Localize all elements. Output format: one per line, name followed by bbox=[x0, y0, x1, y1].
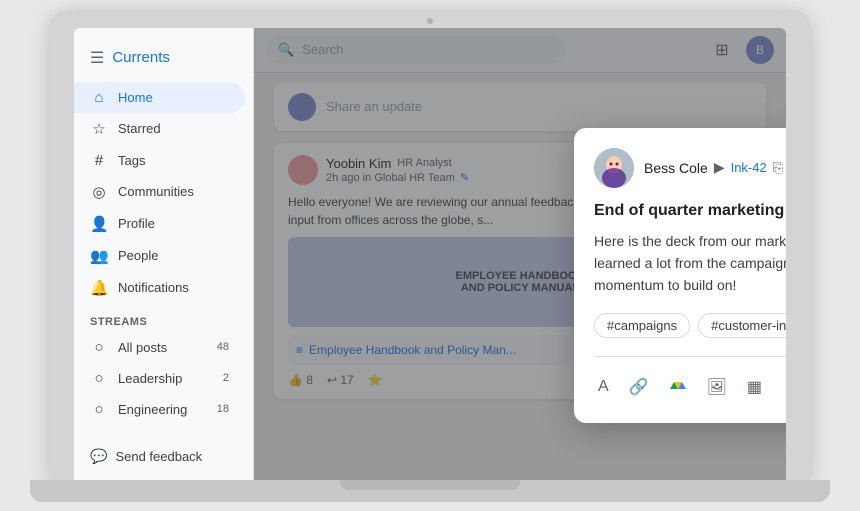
laptop-shell: ☰ Currents ⌂ Home ☆ Starred # Tags bbox=[50, 10, 810, 480]
link-icon[interactable]: 🔗 bbox=[625, 373, 653, 401]
sidebar-header: ☰ Currents bbox=[74, 40, 253, 82]
profile-icon: 👤 bbox=[90, 215, 108, 233]
home-icon: ⌂ bbox=[90, 89, 108, 106]
stream-label-allposts: All posts bbox=[118, 340, 167, 355]
sidebar-label-tags: Tags bbox=[118, 153, 145, 168]
sidebar-label-profile: Profile bbox=[118, 216, 155, 231]
sidebar-label-starred: Starred bbox=[118, 121, 161, 136]
streams-label: STREAMS bbox=[74, 304, 253, 332]
stream-label-leadership: Leadership bbox=[118, 371, 182, 386]
modal-team: Ink-42 bbox=[731, 160, 767, 175]
laptop-screen: ☰ Currents ⌂ Home ☆ Starred # Tags bbox=[74, 28, 786, 480]
star-icon: ☆ bbox=[90, 120, 108, 138]
modal-user-info: Bess Cole ▶ Ink-42 ⎘ bbox=[594, 148, 783, 188]
circle-icon2: ○ bbox=[90, 370, 108, 387]
sidebar-item-engineering[interactable]: ○ Engineering 18 bbox=[74, 394, 245, 425]
modal-card: Bess Cole ▶ Ink-42 ⎘ ✦ bbox=[574, 128, 786, 423]
image-icon[interactable]: 🖼 bbox=[703, 373, 731, 401]
main-content: 🔍 Search ⊞ B Share an update bbox=[254, 28, 786, 480]
modal-post-title: End of quarter marketing review bbox=[594, 202, 786, 220]
modal-user-name: Bess Cole ▶ Ink-42 ⎘ bbox=[644, 159, 783, 176]
modal-header: Bess Cole ▶ Ink-42 ⎘ ✦ bbox=[594, 148, 786, 188]
sidebar-item-home[interactable]: ⌂ Home bbox=[74, 82, 245, 113]
sidebar-label-home: Home bbox=[118, 90, 153, 105]
notifications-icon: 🔔 bbox=[90, 279, 108, 297]
tag-campaigns[interactable]: #campaigns bbox=[594, 313, 690, 338]
sidebar-item-communities[interactable]: ◎ Communities bbox=[74, 176, 245, 208]
allposts-badge: 48 bbox=[217, 341, 229, 353]
sidebar-item-starred[interactable]: ☆ Starred bbox=[74, 113, 245, 145]
modal-avatar bbox=[594, 148, 634, 188]
tag-customer-insights[interactable]: #customer-insights bbox=[698, 313, 786, 338]
sidebar-label-notifications: Notifications bbox=[118, 280, 189, 295]
modal-arrow-icon: ▶ bbox=[714, 159, 725, 176]
sidebar: ☰ Currents ⌂ Home ☆ Starred # Tags bbox=[74, 28, 254, 480]
sidebar-item-tags[interactable]: # Tags bbox=[74, 145, 245, 176]
copy-icon[interactable]: ⎘ bbox=[773, 160, 783, 176]
send-feedback-button[interactable]: 💬 Send feedback bbox=[74, 441, 253, 472]
circle-icon3: ○ bbox=[90, 401, 108, 418]
sidebar-item-leadership[interactable]: ○ Leadership 2 bbox=[74, 363, 245, 394]
camera-dot bbox=[427, 18, 433, 24]
modal-post-body: Here is the deck from our marketing revi… bbox=[594, 230, 786, 297]
communities-icon: ◎ bbox=[90, 183, 108, 201]
people-icon: 👥 bbox=[90, 247, 108, 265]
app-container: ☰ Currents ⌂ Home ☆ Starred # Tags bbox=[74, 28, 786, 480]
drive-icon[interactable] bbox=[665, 372, 691, 401]
feedback-label: Send feedback bbox=[115, 449, 202, 464]
app-logo: Currents bbox=[112, 49, 170, 66]
sidebar-label-people: People bbox=[118, 248, 158, 263]
laptop-base bbox=[30, 480, 830, 502]
sidebar-item-profile[interactable]: 👤 Profile bbox=[74, 208, 245, 240]
sidebar-label-communities: Communities bbox=[118, 184, 194, 199]
sidebar-item-people[interactable]: 👥 People bbox=[74, 240, 245, 272]
feedback-icon: 💬 bbox=[90, 448, 107, 465]
circle-icon: ○ bbox=[90, 339, 108, 356]
tag-icon: # bbox=[90, 152, 108, 169]
engineering-badge: 18 bbox=[217, 403, 229, 415]
table-icon[interactable]: ▦ bbox=[743, 373, 766, 401]
toolbar-icons: A 🔗 bbox=[594, 372, 766, 401]
text-format-icon[interactable]: A bbox=[594, 374, 613, 400]
modal-toolbar: A 🔗 bbox=[594, 356, 786, 403]
modal-tags: #campaigns #customer-insights #marketing bbox=[594, 313, 786, 338]
sidebar-item-allposts[interactable]: ○ All posts 48 bbox=[74, 332, 245, 363]
hamburger-icon[interactable]: ☰ bbox=[90, 48, 104, 68]
leadership-badge: 2 bbox=[223, 372, 229, 384]
sidebar-item-notifications[interactable]: 🔔 Notifications bbox=[74, 272, 245, 304]
stream-label-engineering: Engineering bbox=[118, 402, 187, 417]
